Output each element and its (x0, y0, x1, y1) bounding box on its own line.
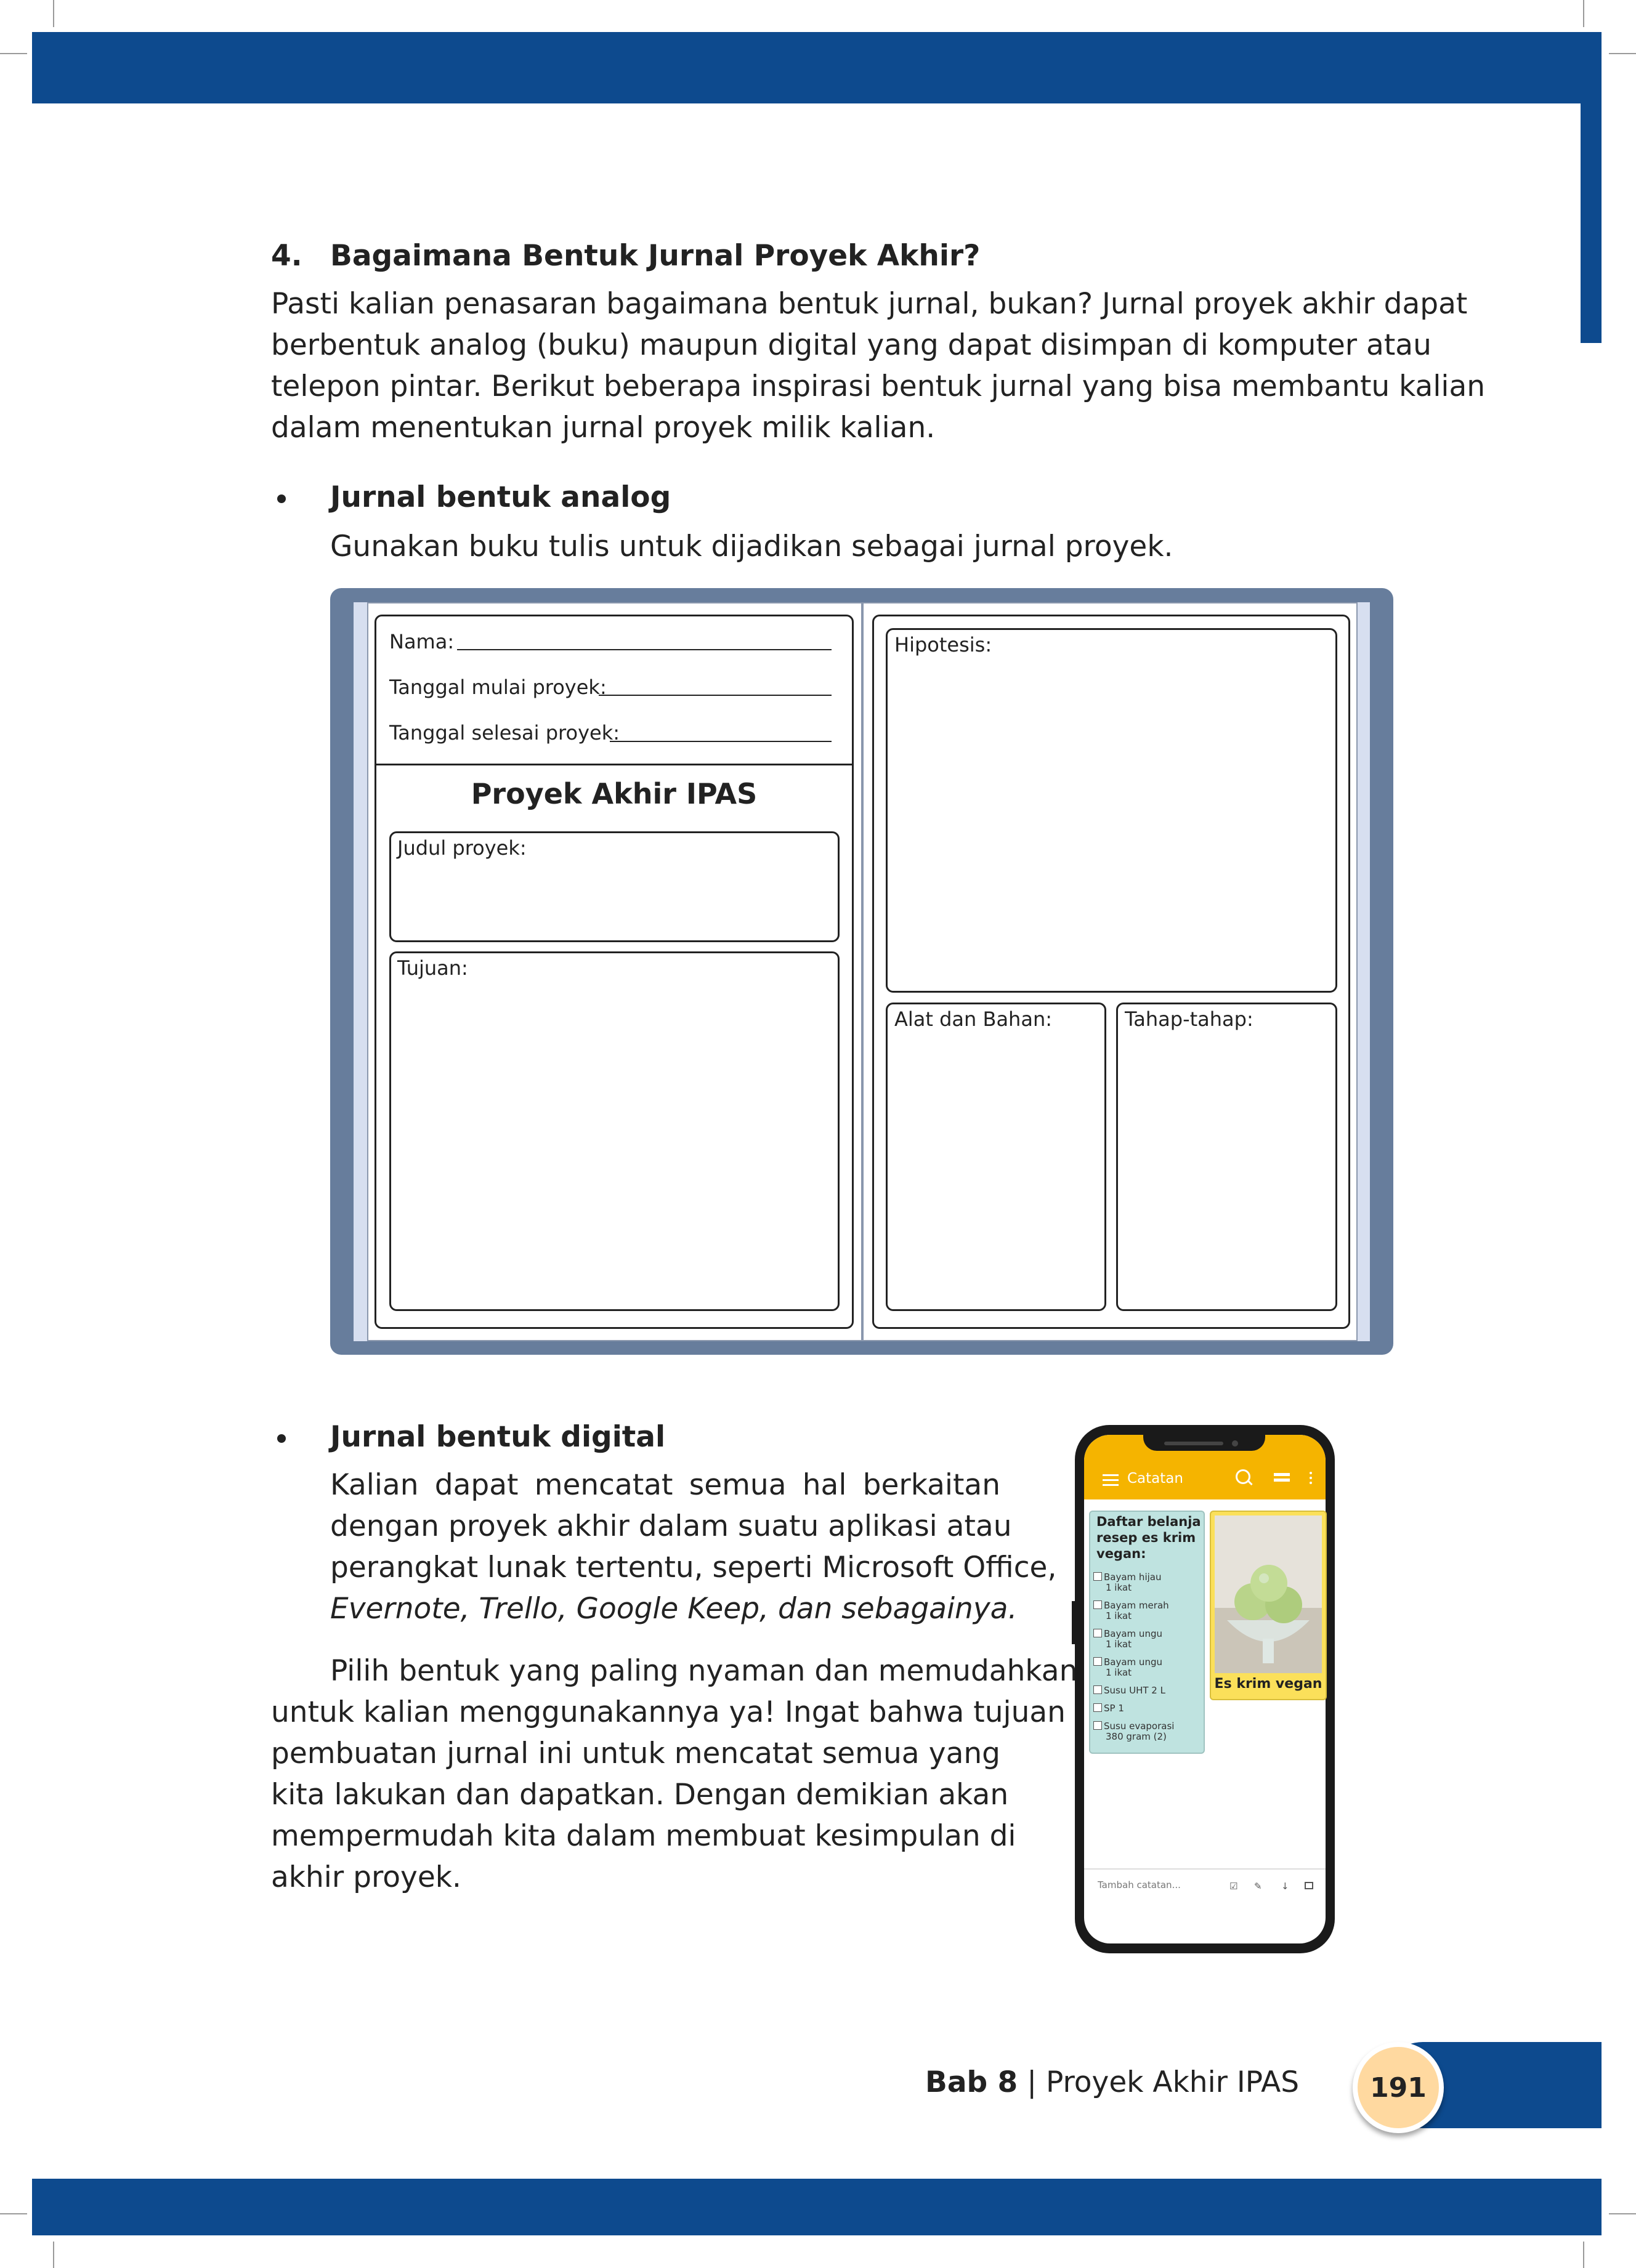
checklist-item[interactable]: Bayam ungu 1 ikat (1093, 1657, 1203, 1678)
tools-box (886, 1003, 1106, 1311)
name-line (457, 649, 832, 650)
ice-cream-photo (1215, 1515, 1322, 1673)
checklist-item[interactable]: Bayam ungu 1 ikat (1093, 1629, 1203, 1650)
digital-line: dengan proyek akhir dalam suatu aplikasi… (330, 1509, 1012, 1543)
name-label: Nama: (389, 630, 455, 653)
camera-icon (1232, 1440, 1238, 1447)
more-icon[interactable] (1310, 1472, 1312, 1484)
intro-line: telepon pintar. Berikut beberapa inspira… (271, 369, 1486, 403)
checklist-item[interactable]: Bayam hijau 1 ikat (1093, 1572, 1203, 1593)
start-date-label: Tanggal mulai proyek: (389, 676, 607, 699)
analog-title: Jurnal bentuk analog (330, 480, 671, 514)
section-number: 4. (271, 239, 302, 273)
analog-text: Gunakan buku tulis untuk dijadikan sebag… (330, 530, 1173, 563)
bullet-icon (277, 494, 286, 503)
hypothesis-box (886, 628, 1337, 993)
digital-line: pembuatan jurnal ini untuk mencatat semu… (271, 1737, 1000, 1770)
ice-cream-icon (1215, 1515, 1322, 1673)
checkbox-icon[interactable] (1093, 1685, 1102, 1694)
digital-line: perangkat lunak tertentu, seperti Micros… (330, 1551, 1057, 1584)
footer-chapter: Bab 8 | Proyek Akhir IPAS (925, 2065, 1299, 2099)
crop-mark (53, 0, 54, 27)
start-date-line (599, 695, 832, 696)
digital-title: Jurnal bentuk digital (330, 1420, 666, 1454)
digital-line: akhir proyek. (271, 1860, 461, 1894)
crop-mark (1609, 53, 1636, 54)
digital-paragraph-2: Pilih bentuk yang paling nyaman dan memu… (271, 1650, 1078, 1898)
checkbox-tool-icon[interactable]: ☑ (1229, 1881, 1237, 1892)
mic-icon[interactable]: ↓ (1281, 1881, 1289, 1892)
header-band (32, 32, 1602, 103)
page-number: 191 (1370, 2072, 1427, 2104)
intro-line: dalam menentukan jurnal proyek milik kal… (271, 411, 936, 445)
crop-mark (53, 2242, 54, 2268)
menu-icon[interactable] (1103, 1474, 1119, 1486)
checkbox-icon[interactable] (1093, 1629, 1102, 1637)
digital-line: mempermudah kita dalam membuat kesimpula… (271, 1819, 1016, 1853)
digital-line: untuk kalian menggunakannya ya! Ingat ba… (271, 1695, 1066, 1729)
phone-notch (1143, 1430, 1265, 1451)
journal-title: Proyek Akhir IPAS (471, 777, 758, 810)
note-checklist: Bayam hijau 1 ikat Bayam merah 1 ikat Baya… (1093, 1572, 1203, 1742)
divider (375, 764, 854, 765)
checkbox-icon[interactable] (1093, 1721, 1102, 1730)
checklist-item[interactable]: Susu evaporasi 380 gram (2) (1093, 1721, 1203, 1742)
checkbox-icon[interactable] (1093, 1572, 1102, 1581)
divider (1084, 1868, 1326, 1870)
image-icon[interactable] (1305, 1882, 1313, 1889)
crop-mark (1583, 0, 1584, 27)
checkbox-icon[interactable] (1093, 1703, 1102, 1712)
intro-line: Pasti kalian penasaran bagaimana bentuk … (271, 287, 1468, 321)
hypothesis-label: Hipotesis: (894, 633, 992, 656)
digital-line: Kalian dapat mencatat semua hal berkaita… (330, 1468, 1000, 1502)
digital-line: Pilih bentuk yang paling nyaman dan memu… (330, 1654, 1078, 1688)
steps-box (1116, 1003, 1337, 1311)
intro-line: berbentuk analog (buku) maupun digital y… (271, 328, 1432, 362)
checklist-item[interactable]: Susu UHT 2 L (1093, 1685, 1203, 1696)
tools-label: Alat dan Bahan: (894, 1007, 1052, 1031)
crop-mark (1609, 2213, 1636, 2214)
pencil-icon[interactable]: ✎ (1254, 1881, 1262, 1892)
bullet-icon (277, 1434, 286, 1443)
footer-band (32, 2179, 1602, 2235)
digital-line: Evernote, Trello, Google Keep, dan sebag… (330, 1592, 1018, 1626)
page-number-badge: 191 (1353, 2042, 1444, 2133)
steps-label: Tahap-tahap: (1125, 1007, 1253, 1031)
checklist-item[interactable]: SP 1 (1093, 1703, 1203, 1714)
digital-paragraph-1: Kalian dapat mencatat semua hal berkaita… (330, 1464, 1057, 1629)
crop-mark (0, 53, 27, 54)
image-caption: Es krim vegan (1214, 1676, 1322, 1692)
goal-label: Tujuan: (397, 956, 468, 980)
side-band (1581, 32, 1602, 343)
end-date-line (610, 741, 832, 742)
end-date-label: Tanggal selesai proyek: (389, 721, 620, 745)
speaker-icon (1164, 1442, 1223, 1445)
crop-mark (1583, 2242, 1584, 2268)
add-note-input[interactable]: Tambah catatan... (1098, 1879, 1181, 1891)
goal-box (389, 951, 840, 1311)
phone-side-button (1072, 1601, 1075, 1644)
section-title: Bagaimana Bentuk Jurnal Proyek Akhir? (330, 239, 981, 273)
checklist-item[interactable]: Bayam merah 1 ikat (1093, 1600, 1203, 1621)
note-title: Daftar belanja resep es krim vegan: (1096, 1514, 1201, 1561)
checkbox-icon[interactable] (1093, 1600, 1102, 1609)
checkbox-icon[interactable] (1093, 1657, 1102, 1666)
crop-mark (0, 2213, 27, 2214)
project-title-label: Judul proyek: (397, 836, 527, 860)
chapter-title: Proyek Akhir IPAS (1045, 2065, 1300, 2099)
intro-paragraph: Pasti kalian penasaran bagaimana bentuk … (271, 283, 1486, 448)
chapter-label: Bab 8 (925, 2065, 1018, 2099)
separator: | (1018, 2065, 1046, 2099)
digital-line: kita lakukan dan dapatkan. Dengan demiki… (271, 1778, 1009, 1812)
view-toggle-icon[interactable] (1274, 1473, 1290, 1482)
app-title: Catatan (1127, 1471, 1183, 1487)
